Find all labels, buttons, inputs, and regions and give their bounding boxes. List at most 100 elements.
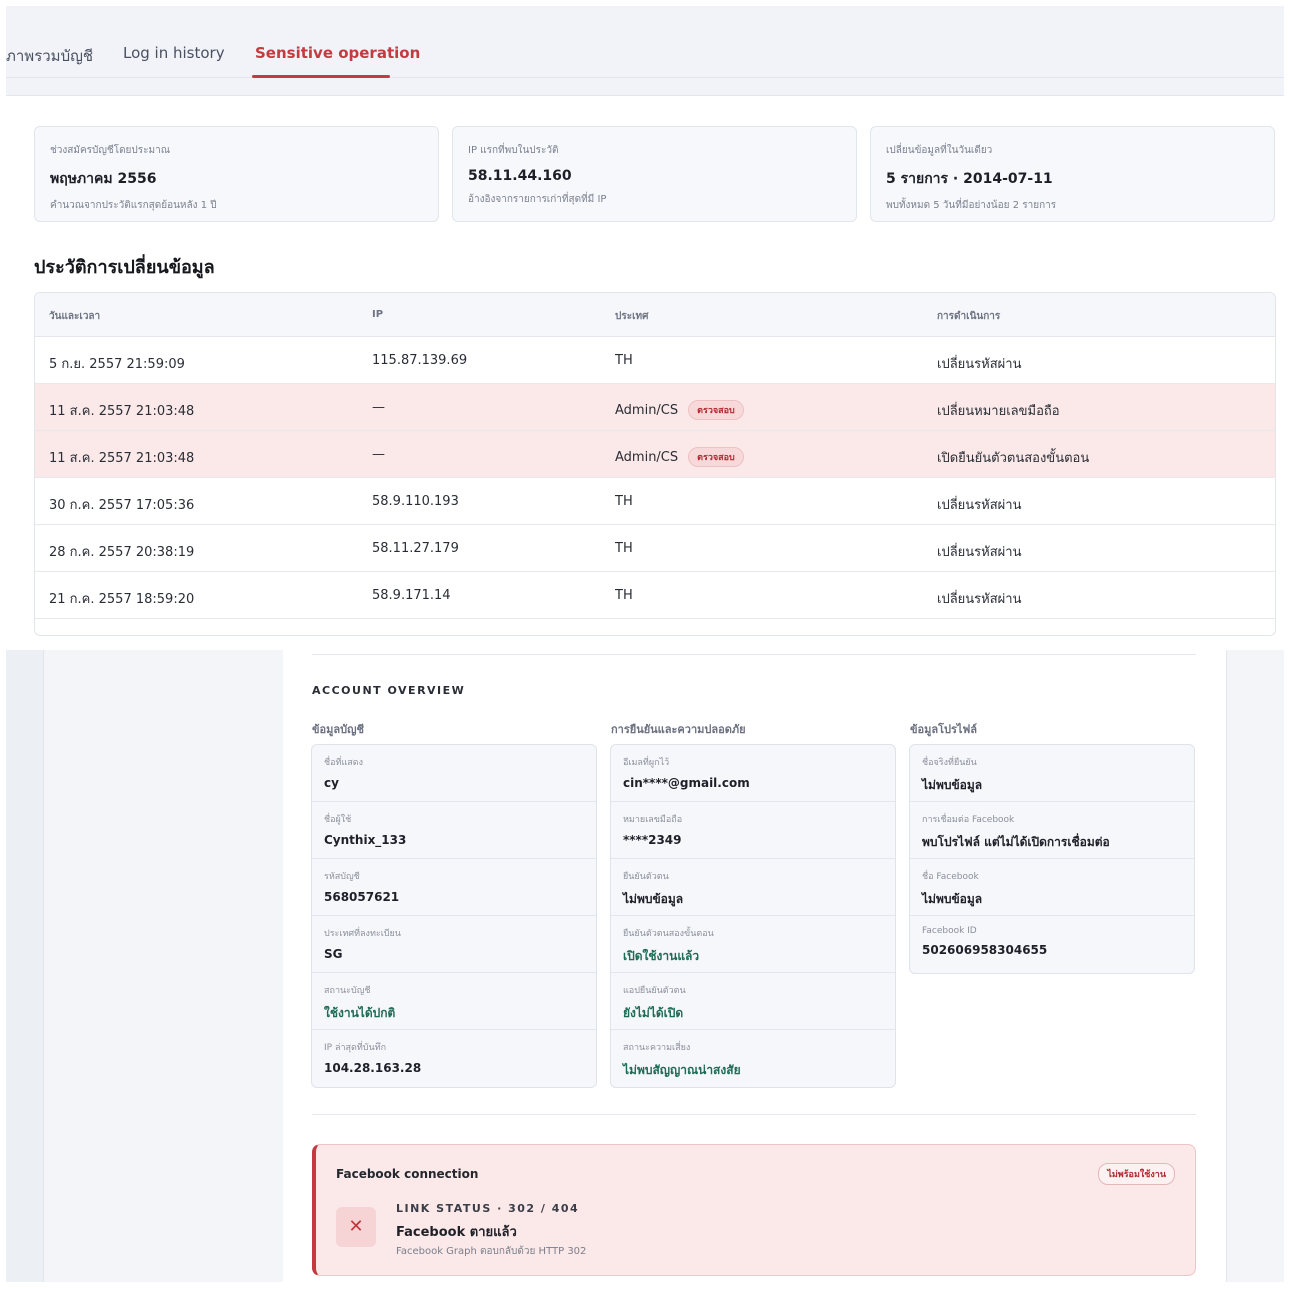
row-country: TH bbox=[615, 494, 633, 509]
summary-sub: อ้างอิงจากรายการเก่าที่สุดที่มี IP bbox=[468, 194, 607, 205]
info-label: การเชื่อมต่อ Facebook bbox=[922, 815, 1015, 825]
tab-login-history[interactable]: Log in history bbox=[123, 44, 225, 62]
history-section-title: ประวัติการเปลี่ยนข้อมูล bbox=[34, 257, 215, 278]
close-icon: ✕ bbox=[336, 1207, 376, 1247]
info-label: หมายเลขมือถือ bbox=[623, 815, 683, 825]
tab-divider bbox=[6, 77, 1284, 78]
info-item: หมายเลขมือถือ ****2349 bbox=[611, 802, 895, 859]
table-header: วันและเวลา IP ประเทศ การดำเนินการ bbox=[35, 293, 1275, 337]
row-action: เปลี่ยนรหัสผ่าน bbox=[937, 592, 1022, 607]
info-item: ชื่อ Facebook ไม่พบข้อมูล bbox=[910, 859, 1194, 916]
info-item: อีเมลที่ผูกไว้ cin****@gmail.com bbox=[611, 745, 895, 802]
info-label: ชื่อ Facebook bbox=[922, 872, 979, 882]
row-ip: — bbox=[372, 400, 385, 415]
unavailable-badge: ไม่พร้อมใช้งาน bbox=[1098, 1163, 1175, 1185]
active-tab-indicator bbox=[252, 75, 390, 78]
row-action: เปิดยืนยันตัวตนสองขั้นตอน bbox=[937, 451, 1090, 466]
row-datetime: 28 ก.ค. 2557 20:38:19 bbox=[49, 545, 195, 560]
summary-sub: คำนวณจากประวัติแรกสุดย้อนหลัง 1 ปี bbox=[50, 200, 217, 211]
info-item: รหัสบัญชี 568057621 bbox=[312, 859, 596, 916]
column-header-action: การดำเนินการ bbox=[937, 311, 1001, 322]
info-label: แอปยืนยันตัวตน bbox=[623, 986, 686, 996]
table-row[interactable]: 30 ก.ค. 2557 17:05:36 58.9.110.193 TH เป… bbox=[35, 478, 1275, 525]
column-heading-account: ข้อมูลบัญชี bbox=[312, 723, 364, 736]
row-country: TH bbox=[615, 353, 633, 368]
info-item: แอปยืนยันตัวตน ยังไม่ได้เปิด bbox=[611, 973, 895, 1030]
info-value: ****2349 bbox=[623, 833, 682, 847]
row-ip: — bbox=[372, 447, 385, 462]
info-label: อีเมลที่ผูกไว้ bbox=[623, 758, 670, 768]
info-item: การเชื่อมต่อ Facebook พบโปรไฟล์ แต่ไม่ได้… bbox=[910, 802, 1194, 859]
row-ip: 115.87.139.69 bbox=[372, 353, 468, 368]
info-label: สถานะบัญชี bbox=[324, 986, 371, 996]
info-value-status: เปิดใช้งานแล้ว bbox=[623, 949, 700, 963]
summary-label: ช่วงสมัครบัญชีโดยประมาณ bbox=[50, 145, 170, 156]
facebook-connection-title: Facebook connection bbox=[336, 1167, 479, 1181]
profile-info-card: ชื่อจริงที่ยืนยัน ไม่พบข้อมูล การเชื่อมต่… bbox=[909, 744, 1195, 974]
row-action: เปลี่ยนหมายเลขมือถือ bbox=[937, 404, 1060, 419]
row-datetime: 30 ก.ค. 2557 17:05:36 bbox=[49, 498, 195, 513]
tab-account-overview[interactable]: ภาพรวมบัญชี bbox=[6, 44, 93, 68]
row-ip: 58.9.110.193 bbox=[372, 494, 459, 509]
row-country: TH bbox=[615, 541, 633, 556]
info-value: Cynthix_133 bbox=[324, 833, 407, 847]
row-country-text: Admin/CS bbox=[615, 450, 679, 465]
info-label: ประเทศที่ลงทะเบียน bbox=[324, 929, 401, 939]
info-item: ชื่อจริงที่ยืนยัน ไม่พบข้อมูล bbox=[910, 745, 1194, 802]
table-row[interactable]: 5 ก.ย. 2557 21:59:09 115.87.139.69 TH เป… bbox=[35, 337, 1275, 384]
facebook-connection-card: Facebook connection ไม่พร้อมใช้งาน ✕ LIN… bbox=[312, 1144, 1196, 1276]
summary-label: เปลี่ยนข้อมูลที่ในวันเดียว bbox=[886, 145, 993, 156]
info-value: SG bbox=[324, 947, 343, 961]
info-value: 104.28.163.28 bbox=[324, 1061, 422, 1075]
row-datetime: 11 ส.ค. 2557 21:03:48 bbox=[49, 451, 195, 466]
left-sidebar bbox=[6, 650, 283, 1282]
summary-value: 58.11.44.160 bbox=[468, 168, 572, 184]
info-label: ชื่อที่แสดง bbox=[324, 758, 363, 768]
summary-sub: พบทั้งหมด 5 วันที่มีอย่างน้อย 2 รายการ bbox=[886, 200, 1057, 211]
account-overview-title: ACCOUNT OVERVIEW bbox=[312, 684, 466, 697]
info-item: ชื่อที่แสดง cy bbox=[312, 745, 596, 802]
info-label: ยืนยันตัวตนสองขั้นตอน bbox=[623, 929, 714, 939]
info-value: cy bbox=[324, 776, 339, 790]
info-value-status: ใช้งานได้ปกติ bbox=[324, 1006, 396, 1020]
row-action: เปลี่ยนรหัสผ่าน bbox=[937, 545, 1022, 560]
info-item: ยืนยันตัวตน ไม่พบข้อมูล bbox=[611, 859, 895, 916]
row-ip: 58.9.171.14 bbox=[372, 588, 451, 603]
row-country: TH bbox=[615, 588, 633, 603]
info-value: cin****@gmail.com bbox=[623, 776, 750, 790]
row-datetime: 11 ส.ค. 2557 21:03:48 bbox=[49, 404, 195, 419]
change-history-table: วันและเวลา IP ประเทศ การดำเนินการ 5 ก.ย.… bbox=[34, 292, 1276, 636]
row-country: Admin/CS ตรวจสอบ bbox=[615, 400, 744, 420]
table-row[interactable]: 28 ก.ค. 2557 20:38:19 58.11.27.179 TH เป… bbox=[35, 525, 1275, 572]
table-row-flagged[interactable]: 11 ส.ค. 2557 21:03:48 — Admin/CS ตรวจสอบ … bbox=[35, 431, 1275, 478]
facebook-status-main: Facebook ตายแล้ว bbox=[396, 1225, 517, 1240]
info-item: IP ล่าสุดที่บันทึก 104.28.163.28 bbox=[312, 1030, 596, 1087]
row-country: Admin/CS ตรวจสอบ bbox=[615, 447, 744, 467]
row-datetime: 21 ก.ค. 2557 18:59:20 bbox=[49, 592, 195, 607]
summary-value: พฤษภาคม 2556 bbox=[50, 171, 157, 187]
review-badge: ตรวจสอบ bbox=[688, 447, 744, 467]
link-status: LINK STATUS · 302 / 404 bbox=[396, 1202, 580, 1215]
info-item: ประเทศที่ลงทะเบียน SG bbox=[312, 916, 596, 973]
info-value: ไม่พบข้อมูล bbox=[922, 778, 983, 792]
info-label: ชื่อผู้ใช้ bbox=[324, 815, 352, 825]
table-row-flagged[interactable]: 11 ส.ค. 2557 21:03:48 — Admin/CS ตรวจสอบ … bbox=[35, 384, 1275, 431]
sidebar-strip bbox=[6, 650, 44, 1282]
info-value: ไม่พบข้อมูล bbox=[922, 892, 983, 906]
summary-label: IP แรกที่พบในประวัติ bbox=[468, 145, 559, 156]
row-country-text: Admin/CS bbox=[615, 403, 679, 418]
column-header-ip: IP bbox=[372, 309, 384, 320]
row-ip: 58.11.27.179 bbox=[372, 541, 459, 556]
info-label: สถานะความเสี่ยง bbox=[623, 1043, 691, 1053]
column-header-country: ประเทศ bbox=[615, 311, 649, 322]
divider bbox=[312, 1114, 1196, 1115]
info-label: รหัสบัญชี bbox=[324, 872, 360, 882]
summary-card-same-day-changes: เปลี่ยนข้อมูลที่ในวันเดียว 5 รายการ · 20… bbox=[870, 126, 1275, 222]
tab-sensitive-operation[interactable]: Sensitive operation bbox=[255, 44, 420, 62]
info-item: สถานะบัญชีใช้งานได้ปกติ bbox=[312, 973, 596, 1030]
tab-bar: ภาพรวมบัญชี Log in history Sensitive ope… bbox=[6, 6, 1284, 96]
info-label: IP ล่าสุดที่บันทึก bbox=[324, 1043, 387, 1053]
table-row[interactable]: 21 ก.ค. 2557 18:59:20 58.9.171.14 TH เปล… bbox=[35, 572, 1275, 619]
security-info-card: อีเมลที่ผูกไว้ cin****@gmail.com หมายเลขม… bbox=[610, 744, 896, 1088]
info-value: 568057621 bbox=[324, 890, 400, 904]
